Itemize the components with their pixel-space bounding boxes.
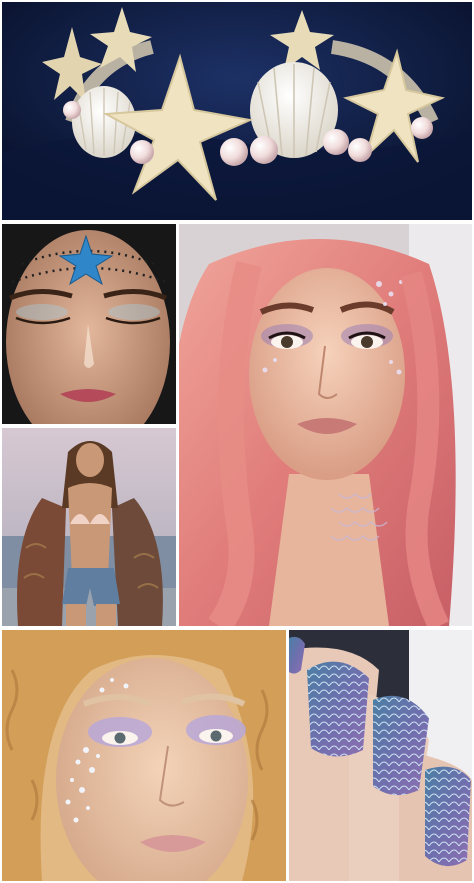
photo-starfish-forehead-makeup xyxy=(2,224,176,424)
photo-pink-hair-mermaid-makeup xyxy=(179,224,472,626)
photo-seashell-bikini-beach xyxy=(2,428,176,626)
photo-mermaid-scale-nails xyxy=(289,630,472,881)
photo-glitter-cheek-makeup xyxy=(2,630,286,881)
photo-seashell-crown xyxy=(2,2,472,220)
